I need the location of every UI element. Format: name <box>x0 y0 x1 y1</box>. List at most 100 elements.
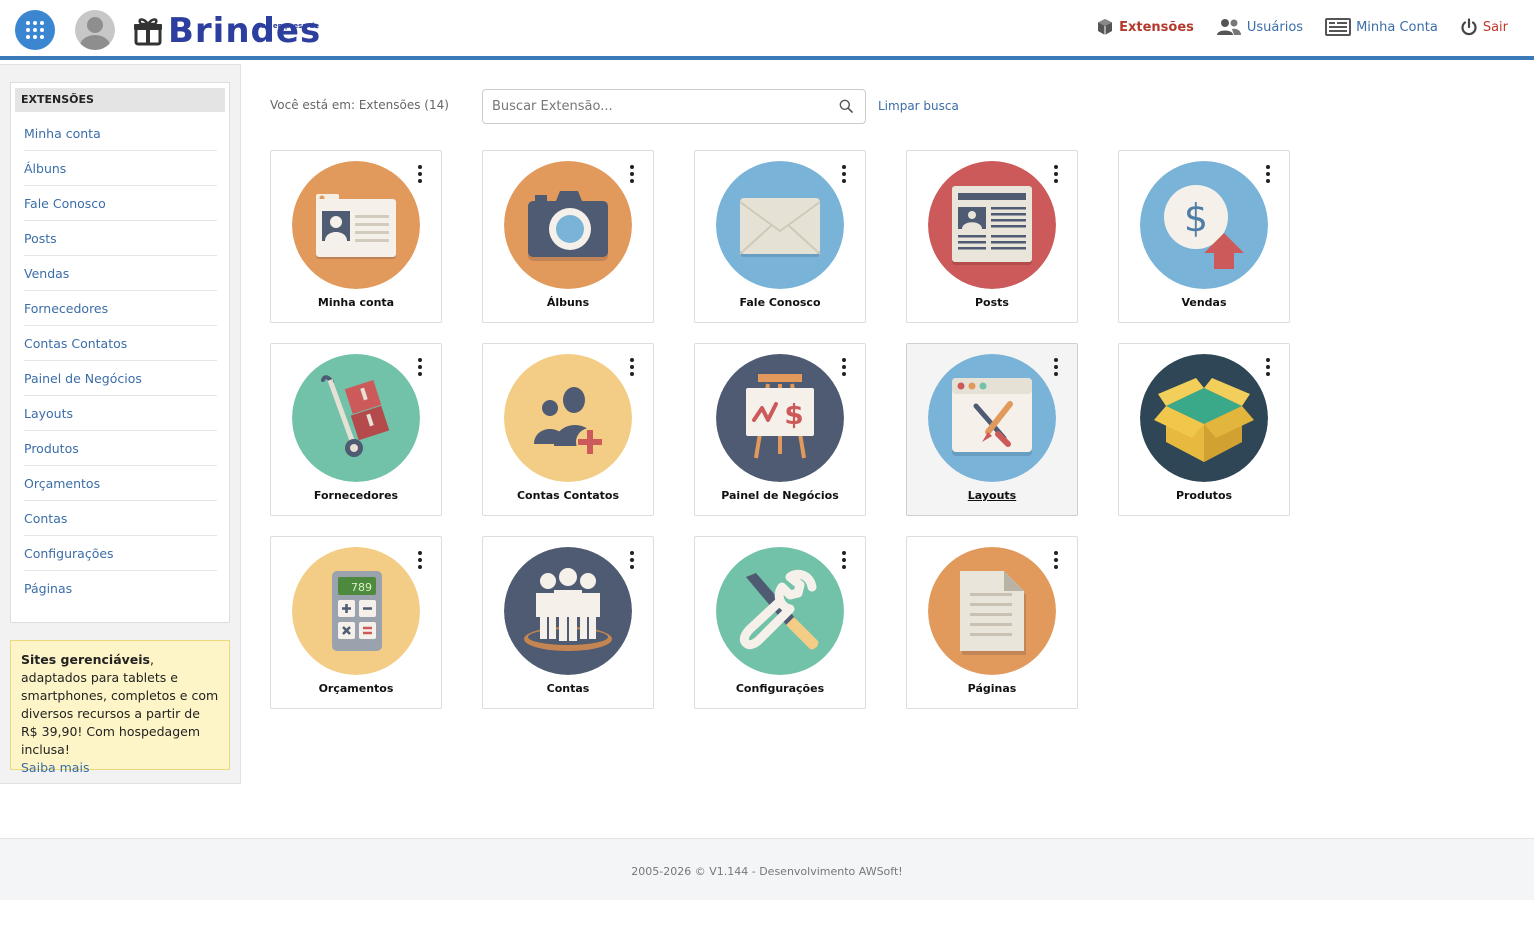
sidebar-item-vendas[interactable]: Vendas <box>24 256 217 291</box>
sidebar-item-layouts[interactable]: Layouts <box>24 396 217 431</box>
extension-card-orcamentos[interactable]: 789 Orçamentos <box>270 536 442 709</box>
card-label: Contas Contatos <box>516 489 620 502</box>
grid-icon <box>26 21 44 39</box>
extension-card-posts[interactable]: Posts <box>906 150 1078 323</box>
sidebar-item-posts[interactable]: Posts <box>24 221 217 256</box>
nav-extensoes[interactable]: Extensões <box>1096 18 1194 36</box>
logo-tagline: sua empresa de <box>256 22 320 30</box>
sidebar-item-produtos[interactable]: Produtos <box>24 431 217 466</box>
sidebar-item-configuracoes[interactable]: Configurações <box>24 536 217 571</box>
card-label: Fale Conosco <box>739 296 821 309</box>
tools-icon <box>716 547 844 675</box>
logo-wordmark: sua empresa de Brindes <box>168 12 321 50</box>
gift-icon <box>134 18 162 46</box>
extension-card-painel-de-negocios[interactable]: $ Painel de Negócios <box>694 343 866 516</box>
card-options-icon[interactable] <box>629 551 635 569</box>
easel-chart-icon: $ <box>716 354 844 482</box>
card-label: Produtos <box>1175 489 1233 502</box>
card-label: Álbuns <box>546 296 590 309</box>
sidebar-item-fale-conosco[interactable]: Fale Conosco <box>24 186 217 221</box>
apps-menu-button[interactable] <box>15 10 55 50</box>
card-options-icon[interactable] <box>1053 165 1059 183</box>
sidebar-item-orcamentos[interactable]: Orçamentos <box>24 466 217 501</box>
sidebar-item-contas[interactable]: Contas <box>24 501 217 536</box>
promo-box: Sites gerenciáveis, adaptados para table… <box>10 640 230 775</box>
search-input[interactable] <box>492 90 822 123</box>
open-box-icon <box>1140 354 1268 482</box>
saiba-mais-link[interactable]: Saiba mais <box>21 760 89 775</box>
extension-card-configuracoes[interactable]: Configurações <box>694 536 866 709</box>
menu-title: EXTENSÕES <box>15 88 225 112</box>
sidebar-item-minha-conta[interactable]: Minha conta <box>24 116 217 151</box>
footer: 2005-2026 © V1.144 - Desenvolvimento AWS… <box>0 838 1534 900</box>
card-options-icon[interactable] <box>417 358 423 376</box>
users-icon <box>1216 19 1241 35</box>
card-options-icon[interactable] <box>629 165 635 183</box>
top-header: sua empresa de Brindes Extensões Usuário… <box>0 0 1534 60</box>
promo-text: , adaptados para tablets e smartphones, … <box>21 652 219 757</box>
dollar-arrow-icon: $ <box>1140 161 1268 289</box>
cube-icon <box>1098 19 1113 35</box>
sidebar-item-paginas[interactable]: Páginas <box>24 571 217 606</box>
card-options-icon[interactable] <box>629 358 635 376</box>
extension-card-contas[interactable]: Contas <box>482 536 654 709</box>
calculator-icon: 789 <box>292 547 420 675</box>
card-options-icon[interactable] <box>1265 165 1271 183</box>
user-avatar[interactable] <box>75 10 115 50</box>
extension-card-fale-conosco[interactable]: Fale Conosco <box>694 150 866 323</box>
card-options-icon[interactable] <box>841 551 847 569</box>
search-icon[interactable] <box>839 99 853 113</box>
id-card-icon <box>292 161 420 289</box>
brand-logo[interactable]: sua empresa de Brindes <box>133 10 321 50</box>
extension-card-minha-conta[interactable]: Minha conta <box>270 150 442 323</box>
svg-text:$: $ <box>784 398 803 431</box>
team-icon <box>504 547 632 675</box>
add-contact-icon <box>504 354 632 482</box>
card-options-icon[interactable] <box>1053 358 1059 376</box>
card-options-icon[interactable] <box>1053 551 1059 569</box>
account-icon <box>1325 18 1352 36</box>
card-label: Contas <box>546 682 590 695</box>
nav-usuarios[interactable]: Usuários <box>1216 18 1303 36</box>
breadcrumb: Você está em: Extensões (14) <box>270 98 449 112</box>
card-options-icon[interactable] <box>417 551 423 569</box>
card-label: Layouts <box>967 489 1017 502</box>
card-label: Configurações <box>735 682 825 695</box>
hand-truck-icon <box>292 354 420 482</box>
card-label: Painel de Negócios <box>721 489 839 502</box>
extension-card-vendas[interactable]: $ Vendas <box>1118 150 1290 323</box>
sidebar-item-contas-contatos[interactable]: Contas Contatos <box>24 326 217 361</box>
card-options-icon[interactable] <box>417 165 423 183</box>
extension-card-albuns[interactable]: Álbuns <box>482 150 654 323</box>
footer-text: 2005-2026 © V1.144 - Desenvolvimento AWS… <box>631 865 903 878</box>
card-options-icon[interactable] <box>1265 358 1271 376</box>
card-options-icon[interactable] <box>841 358 847 376</box>
calculator-display: 789 <box>351 581 372 594</box>
card-options-icon[interactable] <box>841 165 847 183</box>
extension-card-produtos[interactable]: Produtos <box>1118 343 1290 516</box>
promo-bold: Sites gerenciáveis <box>21 652 150 667</box>
nav-minha-conta[interactable]: Minha Conta <box>1325 18 1438 36</box>
nav-sair[interactable]: Sair <box>1460 18 1508 36</box>
card-label: Posts <box>975 296 1009 309</box>
sidebar-item-painel-de-negocios[interactable]: Painel de Negócios <box>24 361 217 396</box>
extension-card-contas-contatos[interactable]: Contas Contatos <box>482 343 654 516</box>
extension-card-layouts[interactable]: Layouts <box>906 343 1078 516</box>
clear-search-link[interactable]: Limpar busca <box>878 99 959 113</box>
document-icon <box>928 547 1056 675</box>
search-box <box>482 89 866 124</box>
card-label: Páginas <box>967 682 1017 695</box>
camera-icon <box>504 161 632 289</box>
svg-text:$: $ <box>1184 196 1208 240</box>
card-label: Fornecedores <box>313 489 399 502</box>
extension-card-paginas[interactable]: Páginas <box>906 536 1078 709</box>
sidebar-item-albuns[interactable]: Álbuns <box>24 151 217 186</box>
envelope-icon <box>716 161 844 289</box>
card-label: Vendas <box>1181 296 1227 309</box>
extensions-menu: EXTENSÕES Minha conta Álbuns Fale Conosc… <box>10 82 230 623</box>
extension-card-fornecedores[interactable]: Fornecedores <box>270 343 442 516</box>
power-icon <box>1461 18 1477 36</box>
sidebar-item-fornecedores[interactable]: Fornecedores <box>24 291 217 326</box>
top-navigation: Extensões Usuários Minha Conta Sair <box>1074 18 1508 36</box>
card-label: Orçamentos <box>318 682 394 695</box>
